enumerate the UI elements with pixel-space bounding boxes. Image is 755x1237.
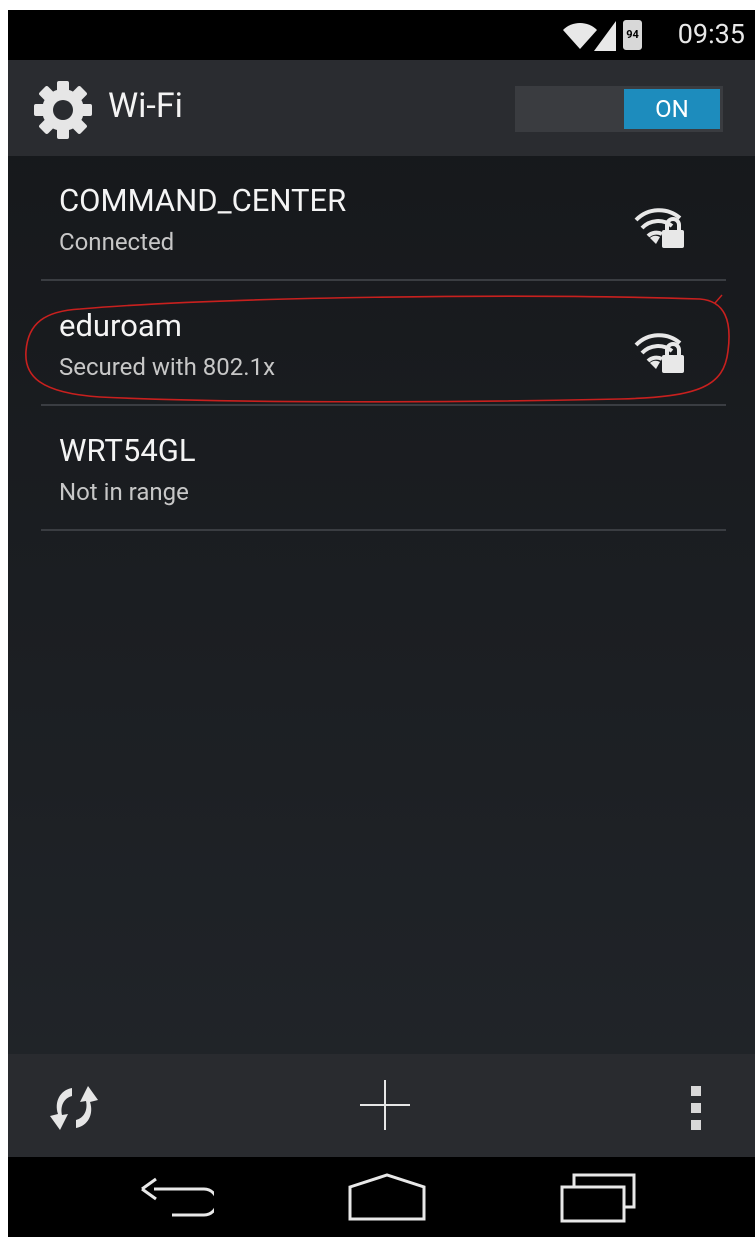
add-icon[interactable] [358,1078,412,1132]
network-status: Secured with 802.1x [59,353,275,381]
refresh-icon[interactable] [46,1080,102,1136]
divider [41,529,726,531]
bottom-action-bar [8,1054,755,1157]
screen: 94 09:35 Wi-Fi ON COMMAND_CENTER Connect… [8,10,755,1237]
network-name: COMMAND_CENTER [59,182,347,219]
home-icon[interactable] [346,1171,428,1223]
action-bar: Wi-Fi ON [8,60,755,156]
battery-percent: 94 [626,28,639,41]
status-bar: 94 09:35 [8,10,755,60]
page-title: Wi-Fi [108,86,183,126]
wifi-lock-icon [634,333,684,373]
network-row-command-center[interactable]: COMMAND_CENTER Connected [8,156,755,281]
network-row-wrt54gl[interactable]: WRT54GL Not in range [8,406,755,531]
wifi-lock-icon [634,208,684,248]
wifi-toggle[interactable]: ON [515,86,723,132]
network-row-eduroam[interactable]: eduroam Secured with 802.1x [8,281,755,406]
network-list: COMMAND_CENTER Connected eduroam Secured… [8,156,755,531]
wifi-toggle-on[interactable]: ON [624,89,720,129]
recents-icon[interactable] [556,1169,640,1225]
network-name: eduroam [59,307,182,344]
battery-icon: 94 [623,20,642,50]
status-time: 09:35 [677,18,745,50]
signal-icon [594,21,616,51]
network-status: Not in range [59,478,189,506]
network-status: Connected [59,228,175,256]
navigation-bar [8,1157,755,1237]
gear-icon[interactable] [32,79,94,141]
back-icon[interactable] [138,1171,214,1223]
overflow-menu-icon[interactable] [688,1084,706,1132]
network-name: WRT54GL [59,432,196,469]
wifi-icon [563,22,597,49]
